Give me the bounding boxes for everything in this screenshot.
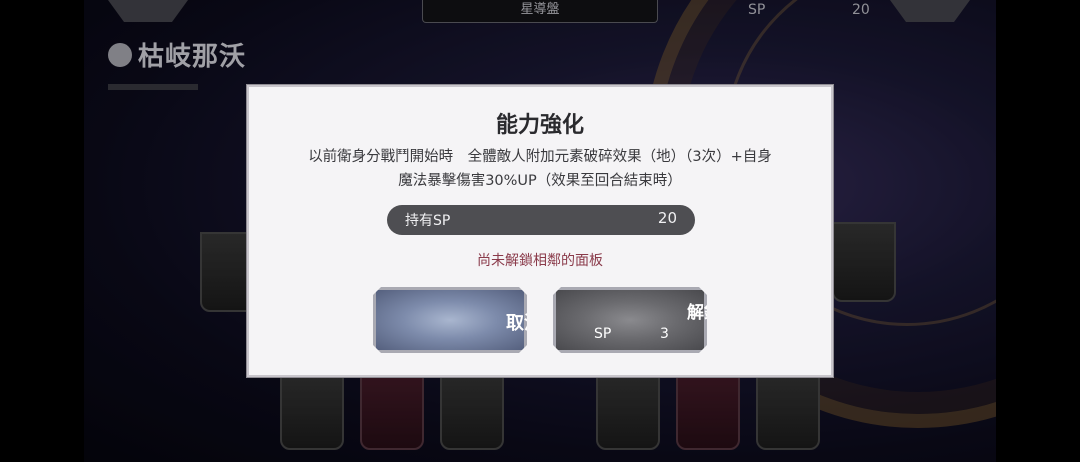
- unlock-cost-label: SP: [594, 326, 612, 342]
- held-sp-bar: 持有SP 20: [387, 205, 695, 235]
- description-line-1: 以前衛身分戰鬥開始時 全體敵人附加元素破碎效果（地）（3次）+自身: [308, 149, 772, 165]
- unlock-button-label: 解鎖: [687, 303, 721, 323]
- held-sp-label: 持有SP: [405, 213, 451, 229]
- held-sp-value: 20: [657, 209, 677, 227]
- description-line-2: 魔法暴擊傷害30%UP（效果至回合結束時）: [398, 173, 682, 189]
- dialog-description: 以前衛身分戰鬥開始時 全體敵人附加元素破碎效果（地）（3次）+自身 魔法暴擊傷害…: [269, 145, 811, 193]
- unlock-cost-value: 3: [660, 326, 669, 342]
- dialog-title: 能力強化: [495, 113, 584, 138]
- ability-enhance-dialog: 能力強化 以前衛身分戰鬥開始時 全體敵人附加元素破碎效果（地）（3次）+自身 魔…: [247, 85, 833, 377]
- cancel-button[interactable]: 取消: [373, 287, 527, 353]
- unlock-button[interactable]: 解鎖 SP 3: [553, 287, 707, 353]
- locked-warning: 尚未解鎖相鄰的面板: [477, 253, 603, 269]
